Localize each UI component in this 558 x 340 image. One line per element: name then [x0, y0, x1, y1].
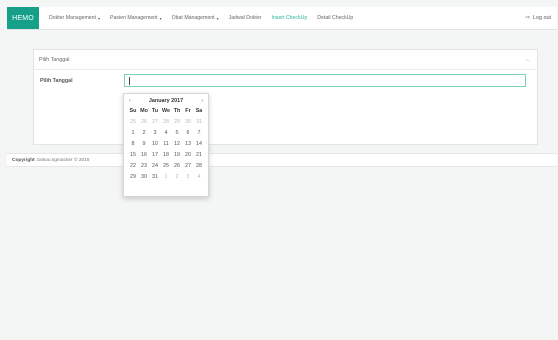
brand-logo[interactable]: HEMO: [7, 7, 39, 29]
calendar-day[interactable]: 26: [172, 162, 183, 170]
calendar-day[interactable]: 18: [161, 151, 172, 159]
collapse-icon[interactable]: ︿: [525, 56, 530, 63]
calendar-day[interactable]: 13: [183, 140, 194, 148]
calendar-day[interactable]: 25: [161, 162, 172, 170]
nav-insert-checkup[interactable]: Insert CheckUp: [271, 15, 307, 21]
panel-heading: Pilih Tanggal ︿: [34, 50, 537, 70]
calendar-day[interactable]: 6: [183, 129, 194, 137]
calendar-day[interactable]: 10: [150, 140, 161, 148]
top-navbar: HEMO Dokter Management ▾ Pasien Manageme…: [7, 7, 557, 30]
calendar-day[interactable]: 31: [194, 118, 205, 126]
calendar-day[interactable]: 21: [194, 151, 205, 159]
calendar-day[interactable]: 30: [183, 118, 194, 126]
month-label[interactable]: January 2017: [149, 98, 183, 104]
copyright-label: Copyright: [12, 157, 35, 163]
calendar-day[interactable]: 23: [139, 162, 150, 170]
calendar-day[interactable]: 4: [161, 129, 172, 137]
footer: Copyright zaisou.sgmacker © 2015: [7, 153, 557, 167]
next-month-icon[interactable]: ›: [201, 98, 203, 104]
calendar-day[interactable]: 5: [172, 129, 183, 137]
datepicker-popup: ‹ January 2017 › Su Mo Tu We Th Fr Sa 25 26 27 28 2…: [123, 93, 209, 197]
logout-icon: ⇨: [525, 15, 530, 21]
calendar-day[interactable]: 26: [139, 118, 150, 126]
calendar-day[interactable]: 30: [139, 173, 150, 181]
weekday-header: Sa: [195, 108, 203, 114]
calendar-day[interactable]: 11: [161, 140, 172, 148]
nav-label: Insert CheckUp: [271, 15, 308, 21]
nav-label: Detail CheckUp: [317, 15, 354, 21]
caret-down-icon: ▾: [98, 15, 101, 21]
calendar-day[interactable]: 4: [194, 173, 205, 181]
calendar-day[interactable]: 3: [183, 173, 194, 181]
calendar-day[interactable]: 27: [183, 162, 194, 170]
calendar-day[interactable]: 22: [128, 162, 139, 170]
date-panel: Pilih Tanggal ︿ Pilih Tanggal: [33, 49, 538, 145]
calendar-day[interactable]: 9: [139, 140, 150, 148]
calendar-day[interactable]: 2: [172, 173, 183, 181]
logout-label: Log out: [533, 15, 551, 21]
text-cursor: [129, 77, 130, 85]
calendar-day[interactable]: 27: [150, 118, 161, 126]
weekday-header: Su: [129, 108, 137, 114]
nav-dokter-management[interactable]: Dokter Management ▾: [49, 15, 100, 21]
calendar-day[interactable]: 28: [194, 162, 205, 170]
logout-link[interactable]: ⇨ Log out: [525, 7, 551, 29]
nav-label: Obat Management: [171, 15, 215, 21]
weekday-header: Mo: [140, 108, 148, 114]
calendar-day[interactable]: 29: [128, 173, 139, 181]
calendar-day[interactable]: 1: [161, 173, 172, 181]
calendar-day[interactable]: 24: [150, 162, 161, 170]
date-field-label: Pilih Tanggal: [40, 78, 73, 84]
calendar-day[interactable]: 20: [183, 151, 194, 159]
nav-detail-checkup[interactable]: Detail CheckUp: [317, 15, 353, 21]
nav-label: Jadwal Dokter: [228, 15, 262, 21]
calendar-day[interactable]: 3: [150, 129, 161, 137]
nav-obat-management[interactable]: Obat Management ▾: [172, 15, 219, 21]
calendar-day[interactable]: 1: [128, 129, 139, 137]
weekday-header: We: [162, 108, 170, 114]
calendar-day[interactable]: 8: [128, 140, 139, 148]
nav-label: Dokter Management: [49, 15, 96, 21]
prev-month-icon[interactable]: ‹: [129, 98, 131, 104]
panel-title: Pilih Tanggal: [39, 56, 70, 63]
calendar-day[interactable]: 28: [161, 118, 172, 126]
calendar-day[interactable]: 19: [172, 151, 183, 159]
calendar-day[interactable]: 14: [194, 140, 205, 148]
weekday-header: Tu: [151, 108, 159, 114]
weekday-header: Fr: [185, 108, 191, 114]
date-input[interactable]: [124, 74, 526, 87]
calendar-day[interactable]: 7: [194, 129, 205, 137]
calendar-day[interactable]: 12: [172, 140, 183, 148]
datepicker-grid: Su Mo Tu We Th Fr Sa 25 26 27 28 29 30 31 1 2 3 4 5 6 7 8 9 10 1…: [124, 107, 208, 181]
calendar-day[interactable]: 31: [150, 173, 161, 181]
weekday-header: Th: [173, 108, 181, 114]
copyright-text: zaisou.sgmacker © 2015: [36, 157, 90, 163]
nav-jadwal-dokter[interactable]: Jadwal Dokter: [229, 15, 262, 21]
calendar-day[interactable]: 2: [139, 129, 150, 137]
datepicker-header: ‹ January 2017 ›: [124, 94, 208, 107]
nav-label: Pasien Management: [110, 15, 158, 21]
nav-pasien-management[interactable]: Pasien Management ▾: [110, 15, 162, 21]
calendar-day[interactable]: 16: [139, 151, 150, 159]
caret-down-icon: ▾: [216, 15, 219, 21]
calendar-day[interactable]: 29: [172, 118, 183, 126]
calendar-day[interactable]: 25: [128, 118, 139, 126]
calendar-day[interactable]: 17: [150, 151, 161, 159]
calendar-day[interactable]: 15: [128, 151, 139, 159]
caret-down-icon: ▾: [159, 15, 162, 21]
